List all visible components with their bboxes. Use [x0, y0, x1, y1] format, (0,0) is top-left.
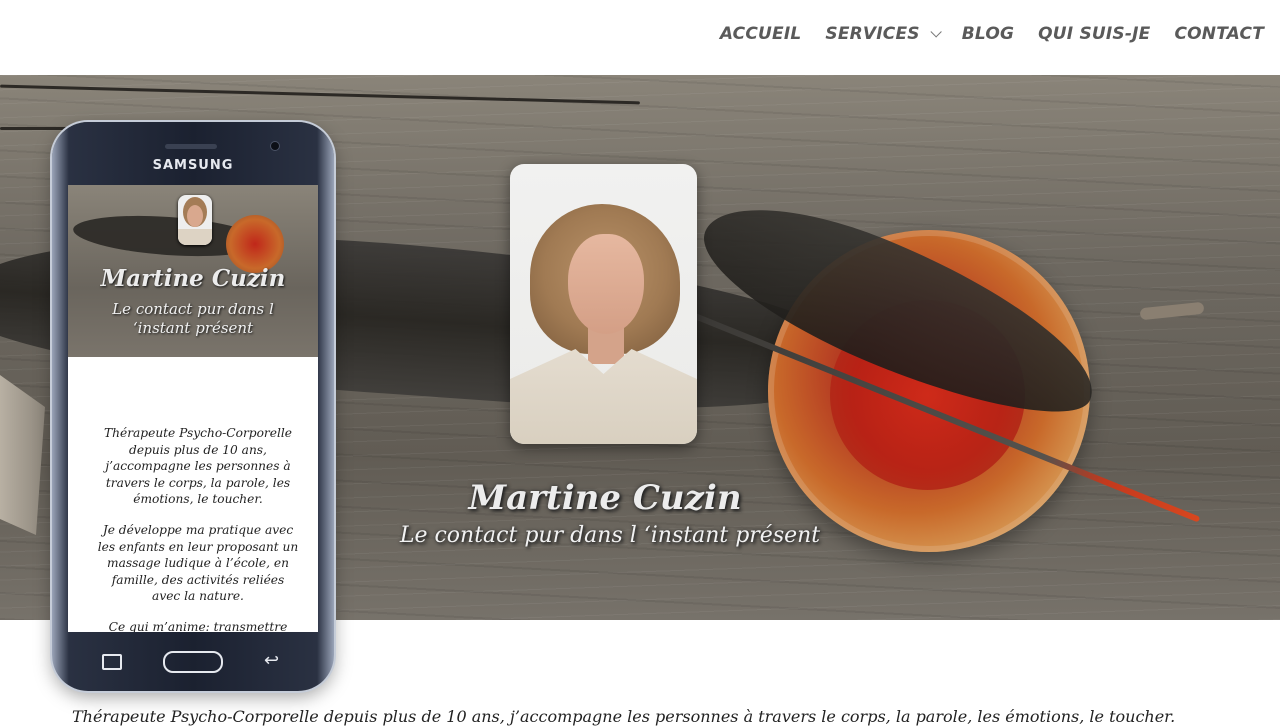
phone-speaker	[165, 144, 217, 149]
site-header: ACCUEIL SERVICES BLOG QUI SUIS-JE CONTAC…	[0, 0, 1280, 75]
mobile-portrait-photo	[178, 195, 212, 245]
phone-brand: SAMSUNG	[152, 158, 234, 173]
wood-crack	[0, 84, 640, 105]
mobile-paragraph: Je développe ma pratique avec les enfant…	[97, 522, 299, 604]
mobile-paragraph: Ce qui m’anime: transmettre	[108, 619, 288, 632]
mobile-hero-tagline: Le contact pur dans l ‘instant présent	[112, 300, 274, 337]
stick-image	[1139, 301, 1205, 321]
nav-blog[interactable]: BLOG	[962, 24, 1014, 44]
mobile-hero-name: Martine Cuzin	[100, 265, 286, 292]
chevron-down-icon	[930, 26, 942, 38]
nav-accueil[interactable]: ACCUEIL	[720, 24, 802, 44]
nav-accueil-label: ACCUEIL	[719, 24, 802, 44]
mobile-portrait-face	[187, 205, 203, 227]
main-nav: ACCUEIL SERVICES BLOG QUI SUIS-JE CONTAC…	[720, 24, 1264, 44]
recent-apps-icon[interactable]	[102, 654, 122, 670]
portrait-photo	[510, 164, 697, 444]
portrait-face	[568, 234, 644, 334]
nav-qui-suis-je-label: QUI SUIS-JE	[1038, 24, 1151, 44]
phone-mockup: SAMSUNG Martine Cuzin Le contact pur dan…	[52, 122, 334, 691]
nav-contact[interactable]: CONTACT	[1174, 24, 1264, 44]
camera-icon	[271, 142, 279, 150]
nav-blog-label: BLOG	[961, 24, 1015, 44]
mobile-portrait-shirt	[178, 229, 212, 245]
mobile-hero: Martine Cuzin Le contact pur dans l ‘ins…	[68, 185, 318, 357]
back-arrow-icon[interactable]: ↩	[264, 650, 279, 671]
phone-nav-bar: ↩	[52, 648, 334, 678]
mobile-body-text: Thérapeute Psycho-Corporelle depuis plus…	[96, 425, 300, 632]
nav-contact-label: CONTACT	[1174, 24, 1264, 44]
nav-qui-suis-je[interactable]: QUI SUIS-JE	[1038, 24, 1150, 44]
home-button[interactable]	[163, 651, 223, 673]
phone-screen: Martine Cuzin Le contact pur dans l ‘ins…	[68, 185, 318, 632]
nav-services[interactable]: SERVICES	[825, 24, 942, 44]
mobile-paragraph: Thérapeute Psycho-Corporelle depuis plus…	[104, 426, 292, 507]
nav-services-label: SERVICES	[825, 24, 920, 44]
intro-text: Thérapeute Psycho-Corporelle depuis plus…	[72, 707, 1176, 726]
